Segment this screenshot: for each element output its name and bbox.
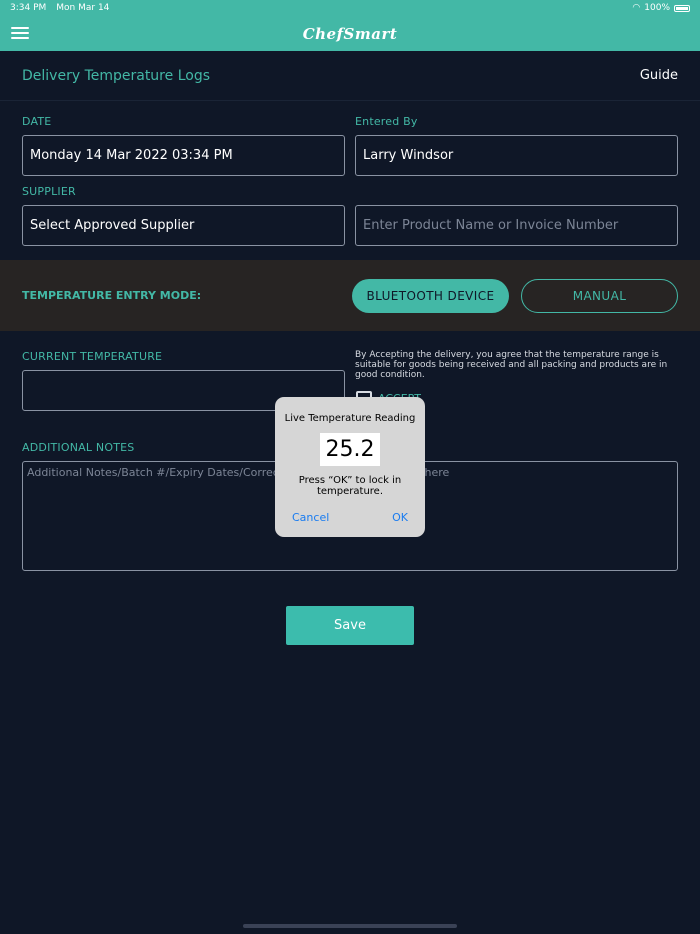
agreement-text: By Accepting the delivery, you agree tha… — [355, 350, 668, 380]
save-button[interactable]: Save — [286, 606, 414, 645]
manual-button[interactable]: MANUAL — [521, 279, 678, 313]
status-time: 3:34 PM — [10, 3, 47, 13]
dialog-cancel-button[interactable]: Cancel — [292, 511, 329, 524]
battery-icon — [674, 4, 690, 12]
live-temperature-dialog: Live Temperature Reading 25.2 Press “OK”… — [275, 397, 425, 537]
dialog-ok-button[interactable]: OK — [392, 511, 408, 524]
home-indicator — [243, 924, 457, 928]
status-date: Mon Mar 14 — [56, 3, 110, 13]
notes-label: ADDITIONAL NOTES — [22, 441, 135, 454]
supplier-select[interactable]: Select Approved Supplier — [22, 205, 345, 246]
date-label: DATE — [22, 115, 52, 128]
temperature-reading: 25.2 — [320, 433, 380, 466]
product-input[interactable]: Enter Product Name or Invoice Number — [355, 205, 678, 246]
dialog-message: Press “OK” to lock in temperature. — [298, 475, 402, 497]
supplier-label: SUPPLIER — [22, 185, 76, 198]
title-bar: Delivery Temperature Logs Guide — [0, 51, 700, 101]
status-bar: 3:34 PM Mon Mar 14 ◠ 100% — [0, 0, 700, 16]
wifi-icon: ◠ — [632, 3, 641, 13]
guide-button[interactable]: Guide — [640, 68, 678, 83]
date-field[interactable]: Monday 14 Mar 2022 03:34 PM — [22, 135, 345, 176]
app-logo: ChefSmart — [302, 24, 398, 43]
bluetooth-device-button[interactable]: BLUETOOTH DEVICE — [352, 279, 509, 313]
nav-bar: ChefSmart — [0, 16, 700, 51]
temperature-mode-band: TEMPERATURE ENTRY MODE: BLUETOOTH DEVICE… — [0, 260, 700, 331]
mode-label: TEMPERATURE ENTRY MODE: — [22, 289, 202, 302]
dialog-title: Live Temperature Reading — [284, 413, 416, 424]
battery-percent: 100% — [644, 3, 670, 13]
entered-by-label: Entered By — [355, 115, 418, 128]
entered-by-field[interactable]: Larry Windsor — [355, 135, 678, 176]
current-temperature-label: CURRENT TEMPERATURE — [22, 350, 163, 363]
page-title: Delivery Temperature Logs — [22, 67, 210, 84]
menu-icon[interactable] — [11, 27, 29, 39]
